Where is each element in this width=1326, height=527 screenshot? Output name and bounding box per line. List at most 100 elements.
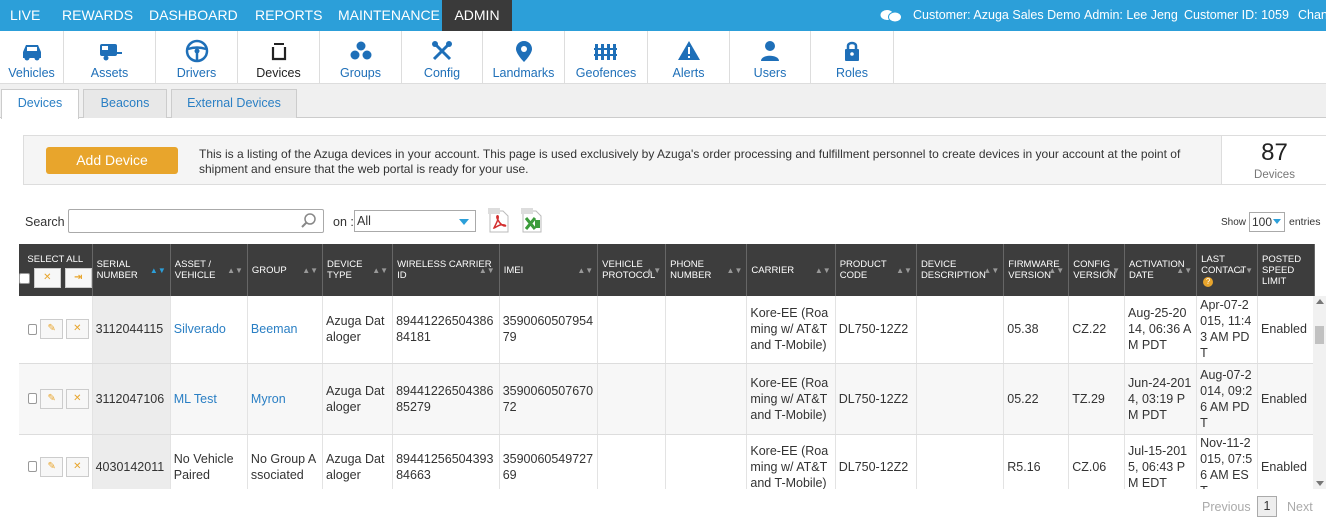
iconbar-roles[interactable]: Roles <box>811 31 894 84</box>
delete-button[interactable]: ✕ <box>66 319 89 340</box>
iconbar-drivers[interactable]: Drivers <box>156 31 238 84</box>
row-checkbox[interactable] <box>28 323 38 335</box>
row-checkbox[interactable] <box>28 393 38 404</box>
chat-icon[interactable] <box>880 9 902 23</box>
iconbar-groups[interactable]: Groups <box>320 31 402 84</box>
col-device-type[interactable]: DEVICE TYPE ▲▼ <box>322 244 394 296</box>
col-serial-number[interactable]: SERIAL NUMBER ▲▼ <box>92 244 171 296</box>
cell-asset[interactable]: ML Test <box>170 363 248 435</box>
nav-live[interactable]: LIVE <box>0 0 50 31</box>
map-pin-icon <box>515 41 532 62</box>
nav-admin[interactable]: ADMIN <box>442 0 512 31</box>
cell-description <box>916 434 1005 489</box>
cell-group[interactable]: Myron <box>247 363 324 435</box>
col-label: CARRIER <box>751 264 795 276</box>
iconbar-label: Drivers <box>176 66 217 80</box>
cell-group[interactable]: Beeman <box>247 296 324 364</box>
col-device-description[interactable]: DEVICE DESCRIPTION ▲▼ <box>916 244 1005 296</box>
previous-page-button[interactable]: Previous <box>1202 500 1251 514</box>
search-input[interactable] <box>68 209 324 233</box>
help-icon[interactable]: ? <box>1203 276 1214 287</box>
nav-dashboard[interactable]: DASHBOARD <box>139 0 248 31</box>
bulk-export-button[interactable]: ⇥ <box>64 268 92 288</box>
select-all-checkbox[interactable] <box>19 272 30 284</box>
asset-link[interactable]: Silverado <box>174 322 226 336</box>
nav-maintenance[interactable]: MAINTENANCE <box>328 0 450 31</box>
admin-icon-bar: Vehicles Assets Drivers Devices Groups C… <box>0 31 1326 84</box>
col-last-contact[interactable]: LAST CONTACT? ▲▼ <box>1196 244 1259 296</box>
iconbar-label: Alerts <box>672 66 705 80</box>
iconbar-vehicles[interactable]: Vehicles <box>0 31 64 84</box>
cell-device-type: Azuga Dataloger <box>322 434 394 489</box>
table-scrollbar[interactable] <box>1313 296 1326 489</box>
col-imei[interactable]: IMEI ▲▼ <box>499 244 599 296</box>
iconbar-assets[interactable]: Assets <box>64 31 156 84</box>
iconbar-config[interactable]: Config <box>402 31 483 84</box>
iconbar-geofences[interactable]: Geofences <box>565 31 648 84</box>
tab-external-devices[interactable]: External Devices <box>171 89 297 118</box>
pdf-export-icon[interactable] <box>488 207 510 234</box>
search-icon[interactable] <box>300 212 318 230</box>
cell-carrier-id: 8944125650439384663 <box>392 434 500 489</box>
iconbar-label: Groups <box>340 66 381 80</box>
edit-button[interactable]: ✎ <box>40 319 63 340</box>
scroll-down-icon[interactable] <box>1316 481 1324 486</box>
iconbar-landmarks[interactable]: Landmarks <box>483 31 565 84</box>
excel-export-icon[interactable] <box>521 207 543 234</box>
page-1-button[interactable]: 1 <box>1257 496 1277 517</box>
cell-imei: 359006050795479 <box>499 296 599 364</box>
scroll-up-icon[interactable] <box>1316 299 1324 304</box>
col-wireless-carrier-id[interactable]: WIRELESS CARRIER ID ▲▼ <box>392 244 500 296</box>
delete-button[interactable]: ✕ <box>66 388 89 409</box>
cell-device-type: Azuga Dataloger <box>322 296 394 364</box>
group-link[interactable]: Beeman <box>251 322 298 336</box>
user-icon <box>761 41 779 61</box>
cell-phone <box>665 363 748 435</box>
cell-serial: 3112044115 <box>92 296 171 364</box>
cell-imei: 359006050767072 <box>499 363 599 435</box>
steering-wheel-icon <box>185 39 208 63</box>
col-carrier[interactable]: CARRIER ▲▼ <box>746 244 836 296</box>
iconbar-devices[interactable]: Devices <box>238 31 320 84</box>
sort-icon: ▲▼ <box>302 266 319 275</box>
cell-asset[interactable]: Silverado <box>170 296 248 364</box>
chevron-down-icon <box>459 219 469 225</box>
device-count-number: 87 <box>1261 139 1288 166</box>
change-link[interactable]: Chan <box>1298 0 1326 31</box>
asset-link[interactable]: ML Test <box>174 392 217 406</box>
iconbar-alerts[interactable]: Alerts <box>648 31 730 84</box>
next-page-button[interactable]: Next <box>1287 500 1313 514</box>
col-group[interactable]: GROUP ▲▼ <box>247 244 324 296</box>
nav-rewards[interactable]: REWARDS <box>52 0 143 31</box>
delete-button[interactable]: ✕ <box>66 456 89 477</box>
sort-icon: ▲▼ <box>1104 266 1121 275</box>
nav-reports[interactable]: REPORTS <box>245 0 332 31</box>
page-size-select[interactable]: 100 <box>1249 212 1285 232</box>
edit-button[interactable]: ✎ <box>40 388 63 409</box>
col-vehicle-protocol[interactable]: VEHICLE PROTOCOL ▲▼ <box>597 244 667 296</box>
edit-button[interactable]: ✎ <box>40 456 63 477</box>
bulk-delete-button[interactable]: ✕ <box>33 268 61 288</box>
row-checkbox[interactable] <box>28 461 38 472</box>
col-phone-number[interactable]: PHONE NUMBER ▲▼ <box>665 244 748 296</box>
scroll-thumb[interactable] <box>1315 326 1324 344</box>
col-product-code[interactable]: PRODUCT CODE ▲▼ <box>835 244 917 296</box>
sort-icon: ▲▼ <box>1048 266 1065 275</box>
tab-devices[interactable]: Devices <box>1 89 79 119</box>
cell-product-code: DL750-12Z2 <box>835 434 917 489</box>
search-field-select[interactable]: All <box>354 210 476 232</box>
col-firmware-version[interactable]: FIRMWARE VERSION ▲▼ <box>1003 244 1070 296</box>
cell-config: TZ.29 <box>1068 363 1126 435</box>
col-posted-speed-limit[interactable]: POSTED SPEED LIMIT <box>1257 244 1315 296</box>
col-activation-date[interactable]: ACTIVATION DATE ▲▼ <box>1124 244 1198 296</box>
trailer-icon <box>99 44 122 61</box>
cell-protocol <box>597 363 667 435</box>
iconbar-users[interactable]: Users <box>730 31 811 84</box>
add-device-button[interactable]: Add Device <box>46 147 178 174</box>
tab-beacons[interactable]: Beacons <box>83 89 167 118</box>
col-config-version[interactable]: CONFIG VERSION ▲▼ <box>1068 244 1126 296</box>
group-link[interactable]: Myron <box>251 392 286 406</box>
select-all-header: SELECT ALL ✕ ⇥ <box>19 244 93 296</box>
iconbar-label: Users <box>753 66 787 80</box>
col-asset-vehicle[interactable]: ASSET / VEHICLE ▲▼ <box>170 244 248 296</box>
